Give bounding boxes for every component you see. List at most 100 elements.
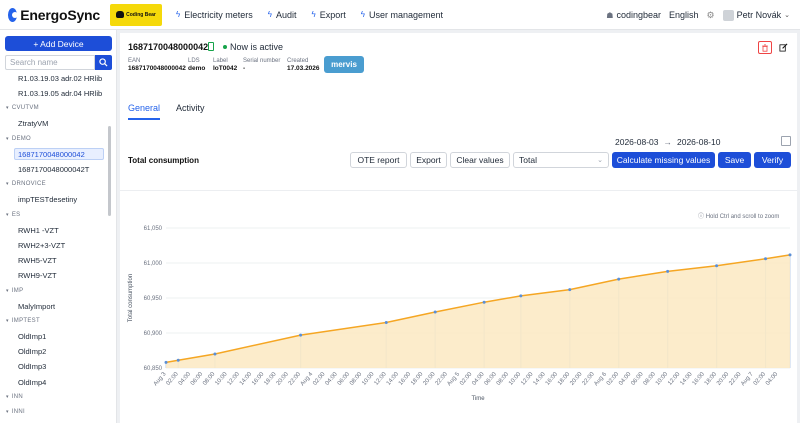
main-nav: ϟ Electricity meters ϟ Audit ϟ Export ϟ User… xyxy=(176,10,443,20)
logo-icon xyxy=(8,7,19,22)
data-point[interactable] xyxy=(519,294,523,298)
tree-device-item[interactable]: OldImp1 xyxy=(0,330,46,342)
data-point[interactable] xyxy=(482,300,486,304)
nav-label: Export xyxy=(319,9,346,20)
caret-down-icon[interactable]: ▾ xyxy=(6,105,9,111)
data-point[interactable] xyxy=(617,277,621,281)
tree-group-label: IMPTEST xyxy=(11,318,40,325)
main-panel: 1687170048000042 Now is active EAN 168717… xyxy=(120,33,797,423)
search-row xyxy=(5,55,112,70)
caret-down-icon[interactable]: ▾ xyxy=(6,394,9,400)
tree-group[interactable]: ▾ DRNOVICE xyxy=(0,178,46,190)
app-logo[interactable]: EnergoSync xyxy=(8,7,100,23)
avatar xyxy=(722,9,734,21)
x-axis-title: Time xyxy=(471,396,485,402)
tree-device-item[interactable]: OldImp3 xyxy=(0,361,46,373)
caret-down-icon[interactable]: ▾ xyxy=(6,136,9,142)
brand-badge: Coding Bear xyxy=(110,3,162,26)
x-tick-label: Aug 4 xyxy=(300,371,315,387)
top-right-area: ☗ codingbear English ⚙ Petr Novák ⌄ xyxy=(606,0,790,30)
y-tick-label: 61,050 xyxy=(144,226,163,232)
language-selector[interactable]: English xyxy=(669,10,699,20)
tree-device-item[interactable]: RWH5-VZT xyxy=(0,254,57,266)
tree-device-item[interactable]: ZtratyVM xyxy=(0,118,48,130)
tree-device-item[interactable]: R1.03.19.03 adr.02 HRlib xyxy=(0,72,102,84)
tree-group[interactable]: ▾ CVUTVM xyxy=(0,102,39,114)
tree-device-item[interactable]: R1.03.19.05 adr.04 HRlib xyxy=(0,87,102,99)
bear-logo-icon xyxy=(116,11,125,18)
tree-group[interactable]: ▾ IMPTEST xyxy=(0,315,40,327)
data-point[interactable] xyxy=(176,358,180,362)
tree-device-item[interactable]: RWH1 -VZT xyxy=(0,224,59,236)
nav-label: User management xyxy=(368,9,444,20)
tree-group[interactable]: ▾ INN xyxy=(0,391,23,403)
tree-device-item[interactable]: 1687170048000042 xyxy=(14,148,104,160)
data-point[interactable] xyxy=(666,269,670,273)
org-switcher[interactable]: ☗ codingbear xyxy=(606,10,661,20)
nav-export[interactable]: ϟ Export xyxy=(312,10,346,20)
tree-device-item[interactable]: RWH9-VZT xyxy=(0,270,57,282)
tree-device-item[interactable]: OldImp4 xyxy=(0,376,46,388)
tree-group[interactable]: ▾ INNI xyxy=(0,406,25,418)
y-tick-label: 60,950 xyxy=(144,296,163,302)
tree-group-label: IMP xyxy=(11,287,24,294)
sidebar: + Add Device R1.03.19.03 adr.02 HRlibR1.… xyxy=(0,30,117,423)
y-axis-title: Total consumption xyxy=(128,274,134,322)
chevron-down-icon: ⌄ xyxy=(784,12,790,19)
y-tick-label: 61,000 xyxy=(144,261,163,267)
bolt-icon: ϟ xyxy=(176,10,181,19)
tree-group[interactable]: ▾ ES xyxy=(0,209,20,221)
search-button[interactable] xyxy=(95,55,112,70)
org-name: codingbear xyxy=(616,10,661,20)
tree-group-label: CVUTVM xyxy=(11,105,39,112)
consumption-area xyxy=(166,254,790,368)
y-tick-label: 60,900 xyxy=(144,331,163,337)
data-point[interactable] xyxy=(213,352,217,356)
sidebar-scrollbar[interactable] xyxy=(108,126,111,216)
data-point[interactable] xyxy=(568,288,572,292)
consumption-chart[interactable]: 60,85060,90060,95061,00061,050Aug 302:00… xyxy=(120,33,797,423)
data-point[interactable] xyxy=(299,333,303,337)
tree-group-label: DRNOVICE xyxy=(11,181,46,188)
caret-down-icon[interactable]: ▾ xyxy=(6,318,9,324)
search-icon xyxy=(99,58,108,67)
nav-user-management[interactable]: ϟ User management xyxy=(361,10,443,20)
data-point[interactable] xyxy=(384,321,388,324)
bolt-icon: ϟ xyxy=(311,10,316,19)
device-tree: R1.03.19.03 adr.02 HRlib R1.03.19.05 adr.… xyxy=(0,72,110,423)
y-tick-label: 60,850 xyxy=(144,366,163,372)
tree-device-item[interactable]: OldImp2 xyxy=(0,346,46,358)
data-point[interactable] xyxy=(715,264,719,268)
data-point[interactable] xyxy=(764,257,768,261)
nav-audit[interactable]: ϟ Audit xyxy=(268,10,297,20)
caret-down-icon[interactable]: ▾ xyxy=(6,409,9,415)
brand-badge-text: Coding Bear xyxy=(126,11,156,18)
x-tick-label: Aug 6 xyxy=(593,371,608,387)
tree-group[interactable]: ▾ DEMO xyxy=(0,133,31,145)
tree-device-item[interactable]: 1687170048000042T xyxy=(0,163,89,175)
x-tick-label: 04:00 xyxy=(765,371,780,387)
top-bar: EnergoSync Coding Bear ϟ Electricity mete… xyxy=(0,0,800,30)
caret-down-icon[interactable]: ▾ xyxy=(6,212,9,218)
tree-group-label: INNI xyxy=(11,409,26,416)
tree-device-item[interactable]: impTESTdesetiny xyxy=(0,194,77,206)
gear-icon[interactable]: ⚙ xyxy=(707,10,715,21)
nav-label: Audit xyxy=(275,9,297,20)
nav-electricity-meters[interactable]: ϟ Electricity meters xyxy=(176,10,253,20)
user-menu[interactable]: Petr Novák ⌄ xyxy=(722,9,790,21)
caret-down-icon[interactable]: ▾ xyxy=(6,288,9,294)
caret-down-icon[interactable]: ▾ xyxy=(6,181,9,187)
add-device-button[interactable]: + Add Device xyxy=(5,36,112,51)
tree-device-item[interactable]: RWH2+3-VZT xyxy=(0,239,65,251)
data-point[interactable] xyxy=(788,253,792,257)
bolt-icon: ϟ xyxy=(267,10,272,19)
app-name: EnergoSync xyxy=(20,6,100,23)
x-tick-label: Aug 7 xyxy=(740,371,755,387)
tree-device-item[interactable]: MalyImport xyxy=(0,300,55,312)
search-input[interactable] xyxy=(5,55,95,70)
x-tick-label: Aug 3 xyxy=(153,371,168,387)
data-point[interactable] xyxy=(164,360,168,364)
data-point[interactable] xyxy=(433,310,437,314)
tree-group[interactable]: ▾ IMP xyxy=(0,285,23,297)
bolt-icon: ϟ xyxy=(360,10,365,19)
